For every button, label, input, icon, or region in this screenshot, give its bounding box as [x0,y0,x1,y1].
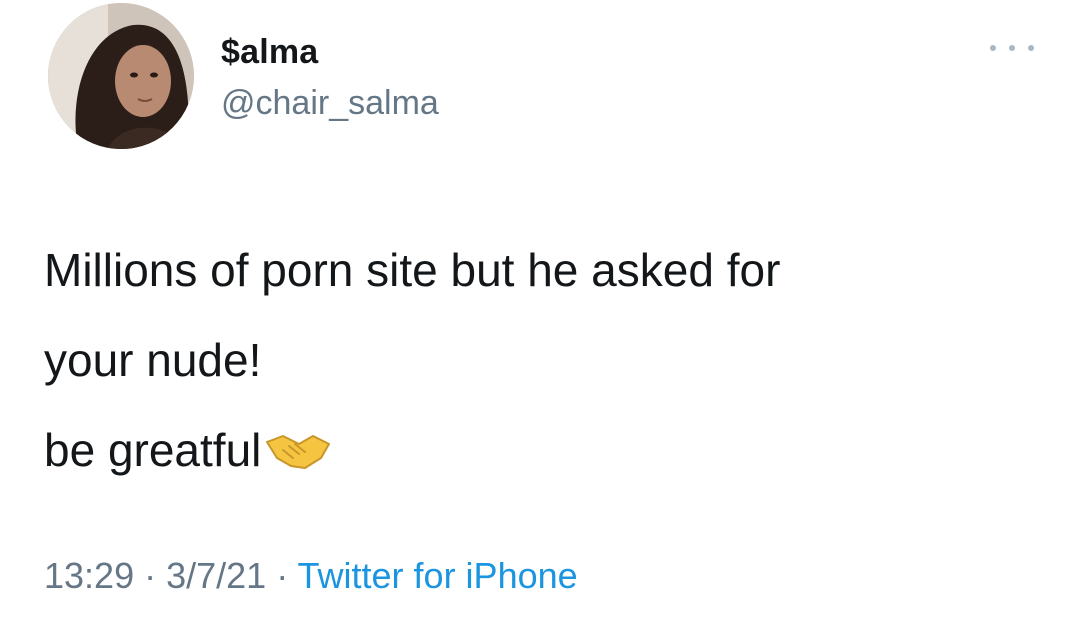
tweet-text-line-3: be greatful [44,424,262,476]
separator: · [134,555,167,596]
handle[interactable]: @chair_salma [221,84,439,123]
tweet-date: 3/7/21 [166,555,267,596]
dot [1028,45,1034,51]
dot [1009,45,1015,51]
tweet-time: 13:29 [44,555,135,596]
handshake-icon [265,411,331,469]
tweet-meta: 13:29 · 3/7/21 · Twitter for iPhone [44,555,578,597]
tweet-card: $alma @chair_salma Millions of porn site… [0,0,1079,629]
tweet-text-line-2: your nude! [44,334,262,386]
avatar[interactable] [48,3,194,149]
more-options-icon[interactable] [990,38,1034,58]
tweet-text: Millions of porn site but he asked for y… [44,225,1044,495]
display-name[interactable]: $alma [221,33,318,72]
separator: · [266,555,298,596]
tweet-text-line-1: Millions of porn site but he asked for [44,244,781,296]
dot [990,45,996,51]
tweet-source-link[interactable]: Twitter for iPhone [298,555,578,596]
